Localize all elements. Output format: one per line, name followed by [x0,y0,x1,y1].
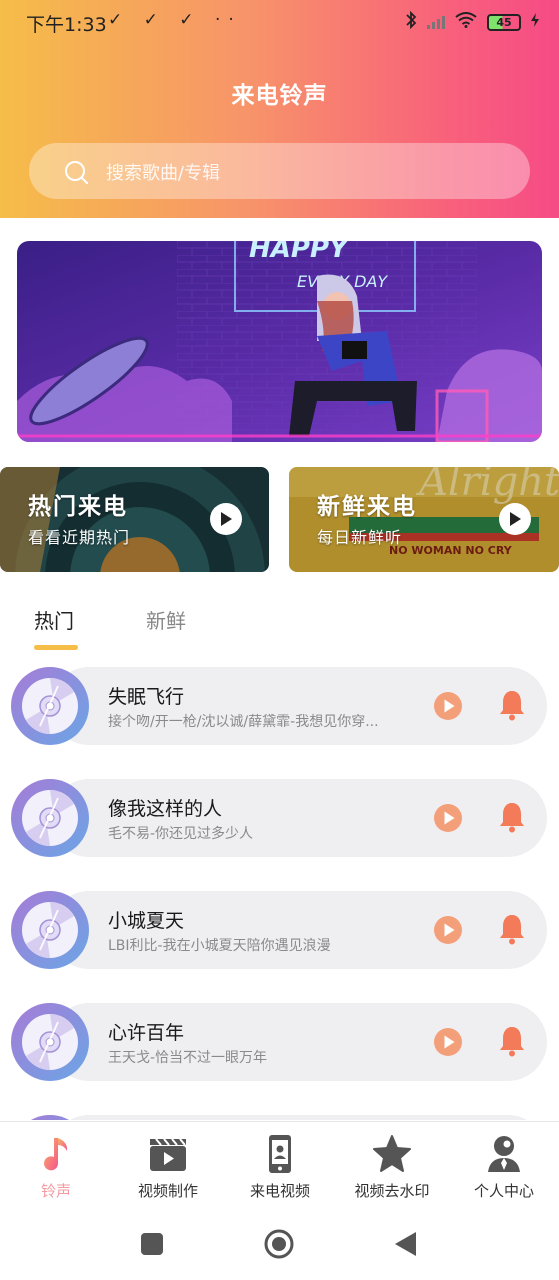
nav-item-profile[interactable]: 个人中心 [448,1122,559,1208]
nav-item-watermark-remover[interactable]: 视频去水印 [336,1122,448,1208]
song-title: 像我这样的人 [108,798,223,820]
status-icons-right: 45 [405,10,539,33]
song-title: 失眠飞行 [108,686,185,708]
play-icon[interactable] [433,1027,463,1057]
song-artist: 毛不易-你还见过多少人 [108,826,254,842]
signal-icon [427,15,445,29]
nav-label: 来电视频 [249,1182,310,1200]
battery-icon: 45 [487,13,521,31]
list-item[interactable] [10,1114,547,1120]
bell-icon[interactable] [498,801,526,833]
header: 下午1:33 ✓ ✓ ✓ ·· 45 来电铃声 搜索歌曲/专辑 [0,0,559,218]
phone-icon [269,1135,291,1173]
list-item[interactable]: 小城夏天 LBI利比-我在小城夏天陪你遇见浪漫 [10,890,547,970]
wifi-icon [455,12,477,32]
fresh-ringtone-card[interactable]: Alright NO WOMAN NO CRY 新鲜来电 每日新鲜听 [289,467,559,572]
play-icon[interactable] [499,503,531,535]
charging-icon [531,13,539,31]
bell-icon[interactable] [498,913,526,945]
recent-apps-icon[interactable] [140,1232,164,1256]
system-nav-bar [0,1207,559,1280]
song-title: 心许百年 [108,1022,185,1044]
bottom-nav: 铃声 视频制作 来电视频 视频去水印 个人中心 [0,1121,559,1207]
list-item[interactable]: 心许百年 王天戈-恰当不过一眼万年 [10,1002,547,1082]
list-item[interactable]: 失眠飞行 接个吻/开一枪/沈以诚/薛黛霏-我想见你穿... [10,666,547,746]
disc-icon [11,667,89,745]
nav-item-ringtone[interactable]: 铃声 [0,1122,112,1208]
tab-fresh[interactable]: 新鲜 [146,605,186,634]
nav-item-video-maker[interactable]: 视频制作 [112,1122,224,1208]
promo-banner[interactable]: HAPPY EVERY DAY [17,241,542,442]
home-icon[interactable] [263,1228,295,1260]
play-icon[interactable] [433,803,463,833]
tab-hot[interactable]: 热门 [34,605,74,634]
bluetooth-icon [405,10,417,33]
banner-illustration: HAPPY EVERY DAY [17,241,542,442]
disc-icon [11,891,89,969]
bell-icon[interactable] [498,689,526,721]
music-note-icon [44,1138,68,1171]
search-icon [65,161,88,184]
fresh-card-subtitle: 每日新鲜听 [317,528,403,547]
disc-icon [11,779,89,857]
status-bar: 下午1:33 ✓ ✓ ✓ ·· 45 [0,0,559,44]
song-title: 小城夏天 [108,910,185,932]
song-artist: LBI利比-我在小城夏天陪你遇见浪漫 [108,938,331,954]
hot-card-subtitle: 看看近期热门 [28,528,131,547]
song-row-background [50,1115,547,1120]
nav-label: 视频制作 [137,1182,198,1200]
tab-bar: 热门 新鲜 [0,605,559,651]
play-icon[interactable] [433,691,463,721]
search-placeholder: 搜索歌曲/专辑 [106,163,221,184]
disc-icon [30,1115,70,1120]
nav-label: 个人中心 [473,1182,534,1200]
status-time: 下午1:33 [26,14,107,36]
star-icon [373,1135,411,1172]
play-icon[interactable] [210,503,242,535]
song-artist: 王天戈-恰当不过一眼万年 [108,1050,268,1066]
disc-icon [11,1003,89,1081]
nav-label: 铃声 [40,1182,71,1200]
person-icon [488,1136,520,1172]
search-input[interactable]: 搜索歌曲/专辑 [29,143,530,199]
song-list: 失眠飞行 接个吻/开一枪/沈以诚/薛黛霏-我想见你穿... 像我这样的人 毛不易… [0,666,559,1120]
hot-card-title: 热门来电 [28,494,128,520]
hot-ringtone-card[interactable]: 热门来电 看看近期热门 [0,467,269,572]
page-title: 来电铃声 [231,83,328,109]
svg-text:HAPPY: HAPPY [249,241,351,264]
clapperboard-icon [150,1138,186,1171]
bell-icon[interactable] [498,1025,526,1057]
play-icon[interactable] [433,915,463,945]
nav-item-call-video[interactable]: 来电视频 [224,1122,336,1208]
song-artist: 接个吻/开一枪/沈以诚/薛黛霏-我想见你穿... [108,714,379,730]
tab-indicator [34,645,78,650]
list-item[interactable]: 像我这样的人 毛不易-你还见过多少人 [10,778,547,858]
status-notification-icons: ✓ ✓ ✓ ·· [108,10,242,30]
fresh-card-title: 新鲜来电 [317,494,417,520]
back-icon[interactable] [394,1231,418,1257]
nav-label: 视频去水印 [354,1182,430,1200]
